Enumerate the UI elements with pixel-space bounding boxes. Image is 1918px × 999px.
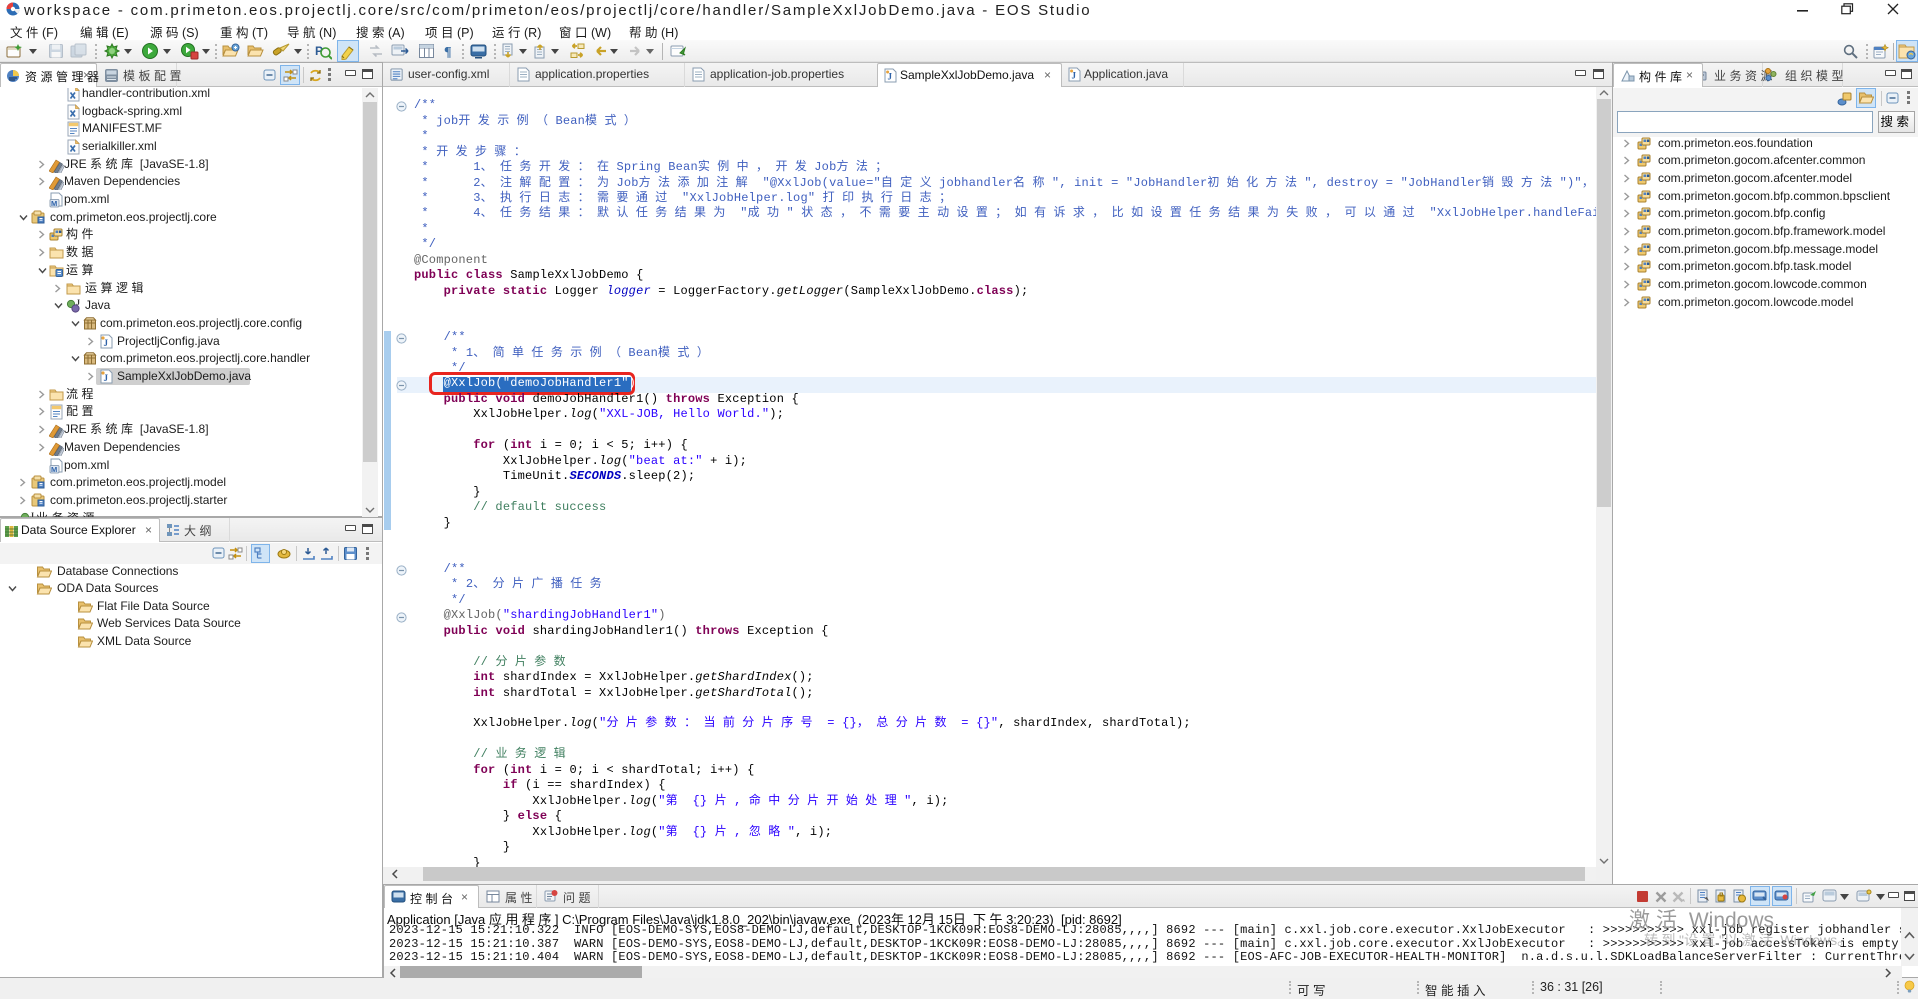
svg-text:¶: ¶ [444,45,452,59]
